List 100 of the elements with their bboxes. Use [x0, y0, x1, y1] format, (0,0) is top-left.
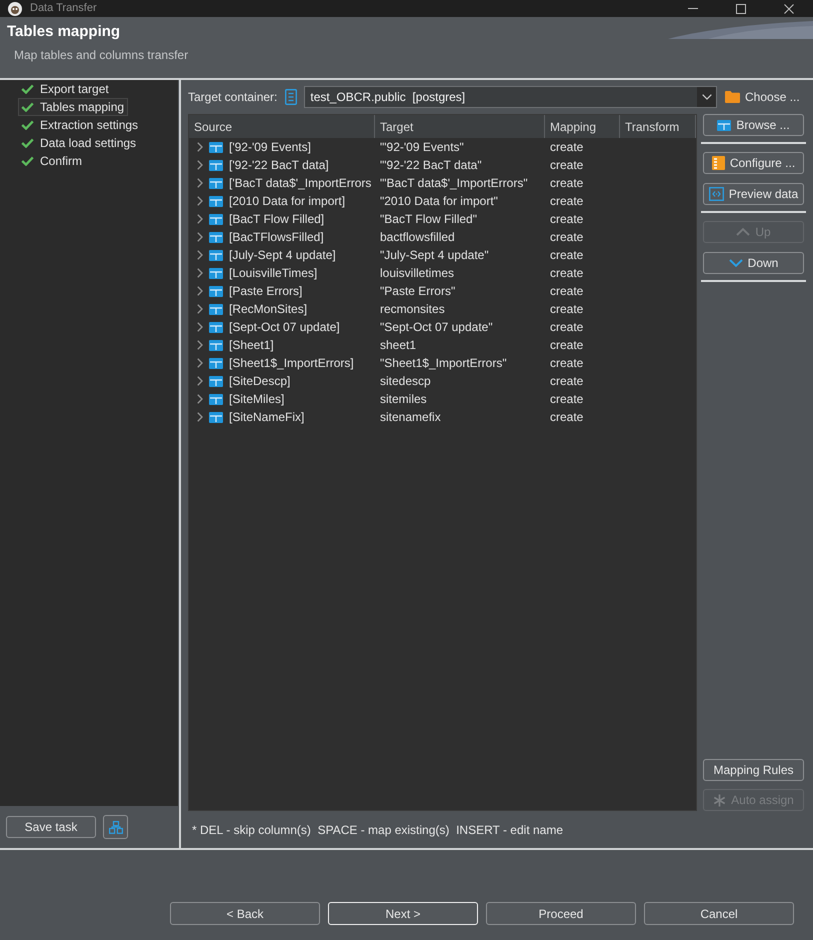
expand-chevron-icon[interactable] [197, 268, 203, 278]
table-cell-text: sitemiles [379, 392, 428, 406]
expand-chevron-icon[interactable] [197, 322, 203, 332]
move-down-button[interactable]: Down [703, 252, 804, 274]
asterisk-icon [713, 794, 726, 806]
table-icon [209, 412, 223, 422]
source-name: ['92-'09 Events] [229, 140, 311, 154]
column-header[interactable]: Transform [620, 115, 696, 138]
source-name: [BacTFlowsFilled] [229, 230, 324, 244]
folder-icon [725, 91, 740, 103]
expand-chevron-icon[interactable] [197, 340, 203, 350]
maximize-icon[interactable] [736, 4, 746, 14]
keyboard-hint: * DEL - skip column(s) SPACE - map existing(s) INSERT - edit name [192, 822, 564, 838]
expand-chevron-icon[interactable] [197, 286, 203, 296]
table-cell-text: recmonsites [379, 302, 446, 316]
close-icon[interactable] [784, 4, 794, 14]
expand-chevron-icon[interactable] [197, 160, 203, 170]
dropdown-toggle[interactable] [697, 87, 716, 107]
table-cell-text: create [549, 140, 584, 154]
next-button[interactable]: Next > [328, 902, 478, 925]
source-name: [July-Sept 4 update] [229, 248, 336, 262]
expand-chevron-icon[interactable] [197, 214, 203, 224]
table-cell-text: create [549, 284, 584, 298]
table-cell-text: sheet1 [379, 338, 418, 352]
table-cell-text: create [549, 392, 584, 406]
table-cell-text: create [549, 158, 584, 172]
expand-chevron-icon[interactable] [197, 142, 203, 152]
column-header[interactable]: Source [189, 115, 375, 138]
expand-chevron-icon[interactable] [197, 304, 203, 314]
wizard-step[interactable]: Extraction settings [18, 116, 142, 134]
wizard-step[interactable]: Tables mapping [18, 98, 128, 116]
table-icon [209, 304, 223, 314]
expand-chevron-icon[interactable] [197, 412, 203, 422]
table-cell-text: sitedescp [379, 374, 432, 388]
chevron-down-icon [702, 94, 712, 100]
code-brackets-icon [708, 187, 724, 201]
configure-button[interactable]: Configure ... [703, 152, 804, 174]
table-cell-text: create [549, 410, 584, 424]
wizard-step[interactable]: Export target [18, 80, 113, 98]
table-cell-text: "'BacT data$'_ImportErrors" [379, 176, 529, 190]
source-name: [SiteDescp] [229, 374, 290, 388]
table-icon [209, 268, 223, 278]
table-cell-text: create [549, 266, 584, 280]
browse-button[interactable]: Browse ... [703, 114, 804, 136]
source-name: [SiteNameFix] [229, 410, 304, 424]
table-icon [209, 286, 223, 296]
table-cell-text: create [549, 302, 584, 316]
source-name: ['92-'22 BacT data] [229, 158, 329, 172]
table-icon [209, 214, 223, 224]
target-container-label: Target container: [188, 90, 278, 104]
expand-chevron-icon[interactable] [197, 178, 203, 188]
column-header[interactable]: Target [375, 115, 545, 138]
choose-button[interactable]: Choose ... [725, 86, 804, 108]
boxes-button[interactable] [103, 815, 128, 839]
table-icon [209, 394, 223, 404]
target-container-dropdown[interactable]: test_OBCR.public [postgres] [304, 86, 717, 108]
chevron-down-icon [728, 259, 743, 267]
table-cell-text: louisvilletimes [379, 266, 456, 280]
table-cell-text: "'92-'22 BacT data" [379, 158, 483, 172]
cancel-button[interactable]: Cancel [644, 902, 794, 925]
table-cell-text: "2010 Data for import" [379, 194, 499, 208]
expand-chevron-icon[interactable] [197, 358, 203, 368]
table-cell-text: "Sheet1$_ImportErrors" [379, 356, 508, 370]
table-icon [209, 196, 223, 206]
table-icon [209, 340, 223, 350]
source-name: [Sheet1$_ImportErrors] [229, 356, 354, 370]
table-cell-text: create [549, 338, 584, 352]
preview-data-button[interactable]: Preview data [703, 183, 804, 205]
save-task-button[interactable]: Save task [6, 816, 96, 838]
table-icon [209, 250, 223, 260]
source-name: [2010 Data for import] [229, 194, 346, 208]
table-cell-text: create [549, 194, 584, 208]
expand-chevron-icon[interactable] [197, 250, 203, 260]
table-icon [209, 376, 223, 386]
expand-chevron-icon[interactable] [197, 232, 203, 242]
column-header[interactable]: Mapping [545, 115, 620, 138]
wizard-step[interactable]: Confirm [18, 152, 86, 170]
expand-chevron-icon[interactable] [197, 394, 203, 404]
table-cell-text: create [549, 356, 584, 370]
expand-chevron-icon[interactable] [197, 196, 203, 206]
table-cell-text: sitenamefix [379, 410, 442, 424]
table-icon [209, 232, 223, 242]
expand-chevron-icon[interactable] [197, 376, 203, 386]
wizard-step[interactable]: Data load settings [18, 134, 140, 152]
back-button[interactable]: < Back [170, 902, 320, 925]
mapping-rules-button[interactable]: Mapping Rules [703, 759, 804, 781]
table-icon [209, 358, 223, 368]
table-icon [209, 322, 223, 332]
app-logo-icon [8, 2, 22, 16]
page-title: Tables mapping [7, 22, 122, 42]
stacked-boxes-icon [108, 820, 122, 834]
table-cell-text: create [549, 230, 584, 244]
table-cell-text: create [549, 212, 584, 226]
table-cell-text: create [549, 374, 584, 388]
source-name: [SiteMiles] [229, 392, 284, 406]
table-icon [717, 120, 732, 130]
proceed-button[interactable]: Proceed [486, 902, 636, 925]
table-icon [209, 142, 223, 152]
table-cell-text: "Paste Errors" [379, 284, 456, 298]
source-name: ['BacT data$'_ImportErrors [229, 176, 372, 190]
